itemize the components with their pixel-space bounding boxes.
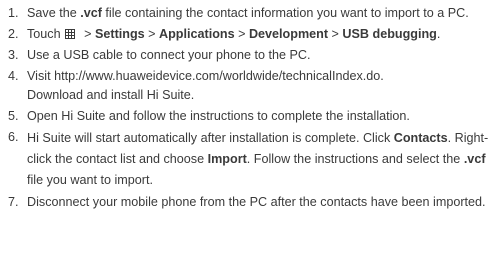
step-text-part: . Follow the instructions and select the	[246, 152, 464, 166]
step-number: 4.	[8, 69, 19, 83]
step-4: 4. Visit http://www.huaweidevice.com/wor…	[8, 67, 498, 105]
step-number: 7.	[8, 195, 19, 209]
step-text-part: Save the	[27, 6, 81, 20]
menu-usb-debugging: USB debugging	[342, 27, 437, 41]
import-term: Import	[207, 152, 247, 166]
menu-path-separator: >	[234, 27, 249, 41]
step-text: Save the .vcf file containing the contac…	[27, 4, 498, 23]
step-text-part: Visit http://www.huaweidevice.com/worldw…	[27, 69, 384, 83]
step-number: 2.	[8, 27, 19, 41]
step-text: Open Hi Suite and follow the instruction…	[27, 109, 410, 123]
vcf-term: .vcf	[463, 152, 486, 166]
step-5: 5. Open Hi Suite and follow the instruct…	[8, 107, 498, 126]
menu-path-separator: >	[144, 27, 160, 41]
step-text: Visit http://www.huaweidevice.com/worldw…	[27, 67, 498, 105]
step-text-part: file containing the contact information …	[101, 6, 469, 20]
step-7: 7. Disconnect your mobile phone from the…	[8, 193, 498, 212]
step-text-part: Touch	[27, 27, 61, 41]
step-text: Disconnect your mobile phone from the PC…	[27, 195, 486, 209]
step-1: 1. Save the .vcf file containing the con…	[8, 4, 498, 23]
step-6: 6. Hi Suite will start automatically aft…	[8, 128, 498, 191]
step-text: Touch > Settings > Applications > Develo…	[27, 25, 498, 44]
step-number: 1.	[8, 6, 19, 20]
step-text-part: Download and install Hi Suite.	[27, 88, 195, 102]
step-text: Use a USB cable to connect your phone to…	[27, 48, 311, 62]
vcf-term: .vcf	[80, 6, 102, 20]
contacts-term: Contacts	[393, 131, 448, 145]
instruction-list: 1. Save the .vcf file containing the con…	[0, 0, 504, 212]
menu-applications: Applications	[159, 27, 235, 41]
menu-grid-icon	[64, 29, 75, 39]
menu-path-separator: >	[328, 27, 343, 41]
step-2: 2. Touch > Settings > Applications > Dev…	[8, 25, 498, 44]
step-text: Hi Suite will start automatically after …	[27, 128, 498, 191]
menu-path-separator: >	[80, 27, 95, 41]
step-text-part: .	[436, 27, 441, 41]
step-3: 3. Use a USB cable to connect your phone…	[8, 46, 498, 65]
menu-settings: Settings	[94, 27, 145, 41]
step-number: 6.	[8, 130, 19, 144]
menu-development: Development	[248, 27, 329, 41]
step-text-part: Hi Suite will start automatically after …	[27, 131, 394, 145]
step-number: 5.	[8, 109, 19, 123]
step-number: 3.	[8, 48, 19, 62]
step-text-part: file you want to import.	[27, 173, 153, 187]
